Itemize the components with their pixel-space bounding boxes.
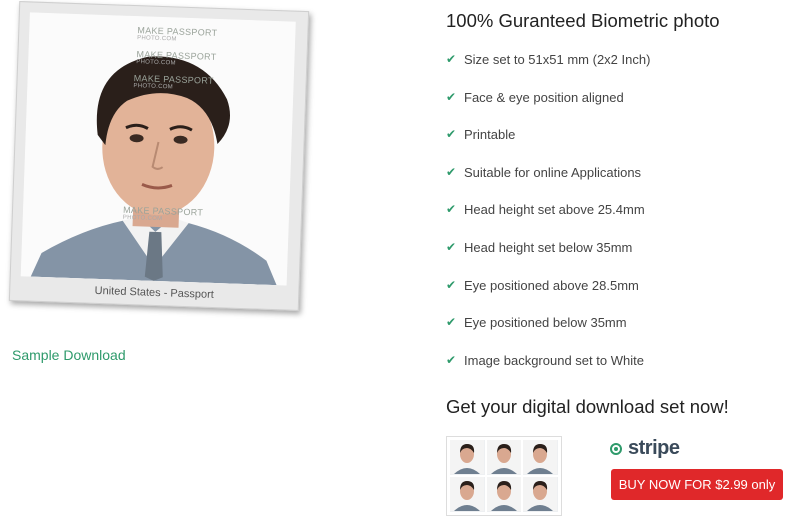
list-item: ✔ Face & eye position aligned	[446, 89, 624, 105]
check-icon: ✔	[446, 164, 457, 179]
check-icon: ✔	[446, 202, 457, 217]
thumbnail	[486, 477, 522, 512]
list-item: ✔ Eye positioned above 28.5mm	[446, 277, 639, 293]
check-icon: ✔	[446, 277, 457, 292]
watermark-text: MAKE PASSPORT PHOTO.COM	[136, 25, 218, 43]
watermark-text: MAKE PASSPORT PHOTO.COM	[122, 204, 204, 223]
feature-list: ✔ Size set to 51x51 mm (2x2 Inch) ✔ Face &…	[446, 52, 650, 390]
buy-now-button[interactable]: BUY NOW FOR $2.99 only	[611, 469, 783, 500]
list-item: ✔ Printable	[446, 127, 516, 143]
check-icon: ✔	[446, 315, 457, 330]
photo-card: MAKE PASSPORT PHOTO.COM MAKE PASSPORT PHOT…	[8, 1, 310, 311]
thumbnail	[523, 477, 558, 512]
list-item: ✔ Suitable for online Applications	[446, 164, 642, 180]
thumbnail	[450, 477, 485, 512]
list-item: ✔ Head height set below 35mm	[446, 239, 633, 255]
list-item: ✔ Image background set to White	[446, 352, 644, 368]
stripe-logo: stripe	[628, 437, 680, 459]
sample-download-link[interactable]: Sample Download	[12, 347, 126, 363]
photo-sheet-preview	[446, 436, 562, 516]
thumbnail	[523, 440, 558, 475]
list-item: ✔ Size set to 51x51 mm (2x2 Inch)	[446, 52, 651, 67]
thumbnail	[450, 440, 485, 475]
list-item: ✔ Eye positioned below 35mm	[446, 315, 627, 331]
watermark-text: MAKE PASSPORT PHOTO.COM	[133, 73, 214, 91]
check-icon: ✔	[446, 52, 457, 66]
photo-caption: United States - Passport	[94, 284, 215, 301]
check-icon: ✔	[446, 239, 457, 254]
radio-selected-icon[interactable]	[610, 442, 622, 455]
passport-photo: MAKE PASSPORT PHOTO.COM MAKE PASSPORT PHOT…	[20, 12, 296, 286]
watermark-text: MAKE PASSPORT PHOTO.COM	[136, 49, 217, 67]
check-icon: ✔	[446, 127, 457, 142]
page-title: 100% Guranteed Biometric photo	[446, 10, 720, 31]
list-item: ✔ Head height set above 25.4mm	[446, 202, 645, 218]
payment-option-stripe[interactable]: stripe	[610, 437, 680, 460]
thumbnail	[486, 440, 522, 475]
download-section-title: Get your digital download set now!	[446, 396, 729, 417]
check-icon: ✔	[446, 89, 457, 104]
check-icon: ✔	[446, 352, 457, 367]
